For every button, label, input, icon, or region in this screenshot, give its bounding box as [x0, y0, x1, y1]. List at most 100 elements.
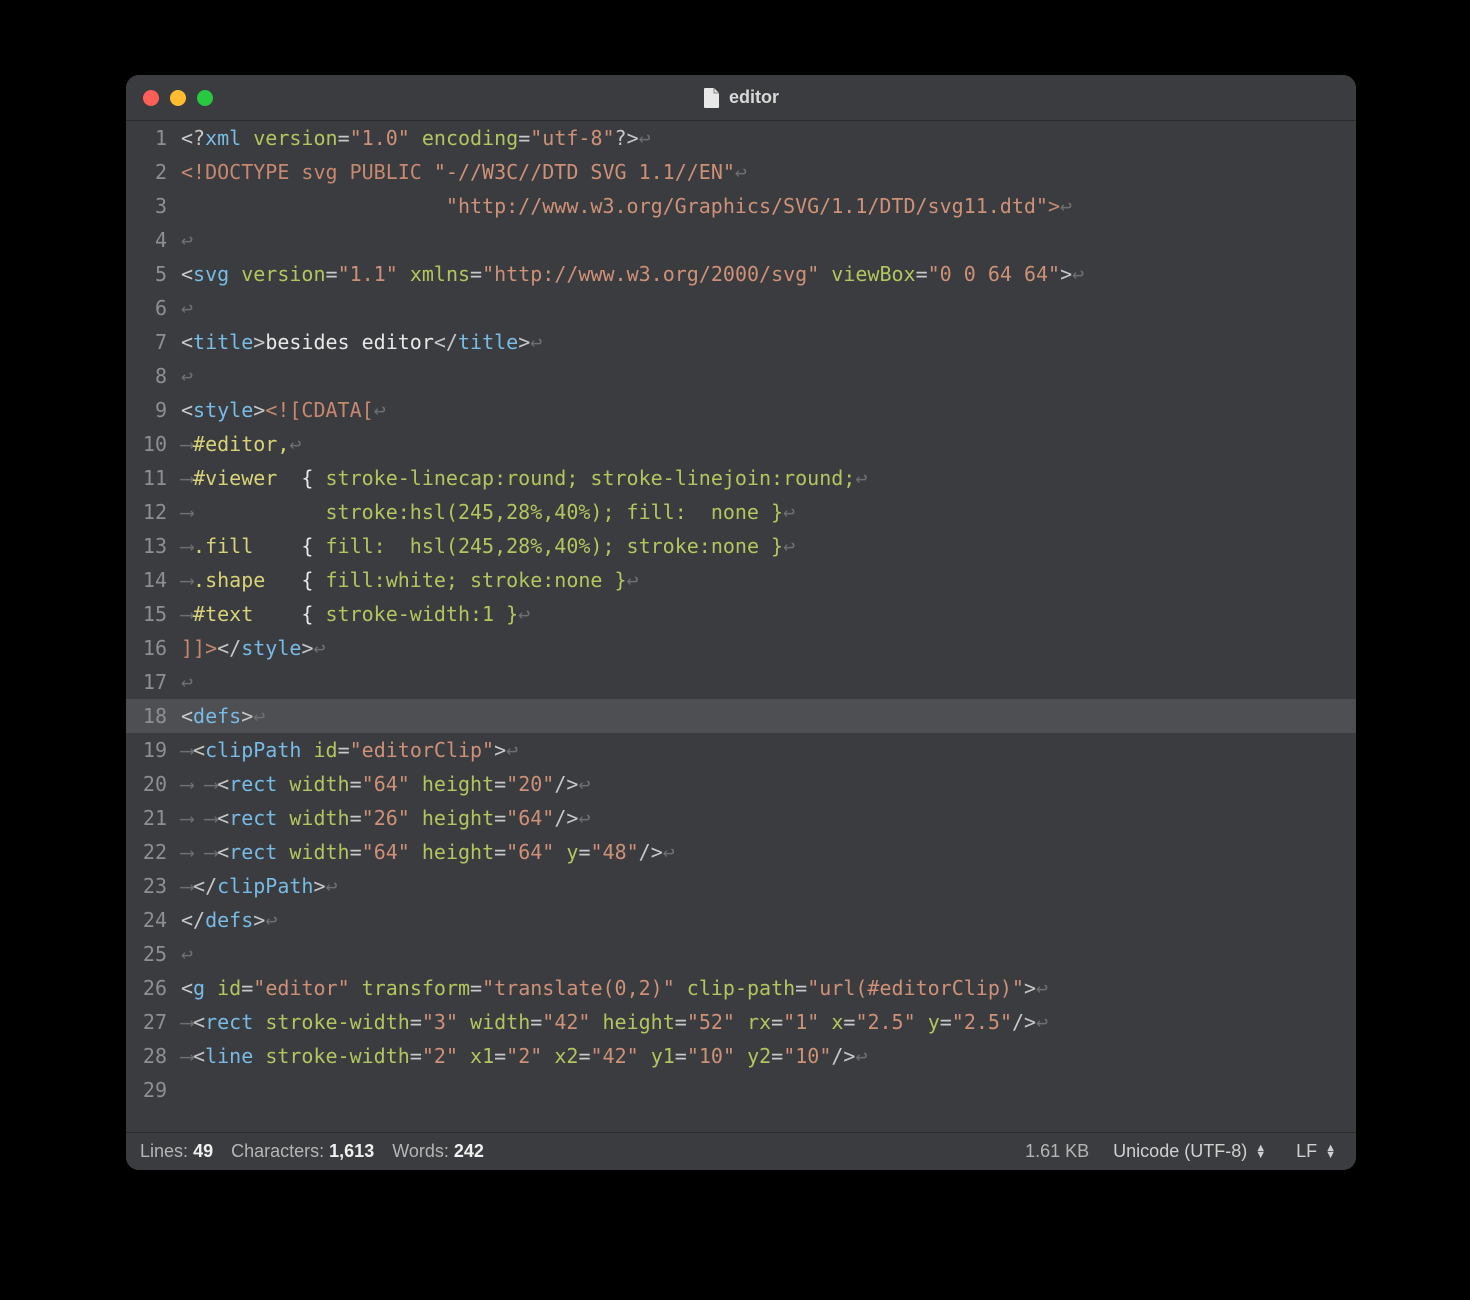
code-line[interactable]: 2<!DOCTYPE svg PUBLIC "-//W3C//DTD SVG 1… — [126, 155, 1356, 189]
code-line[interactable]: 3 "http://www.w3.org/Graphics/SVG/1.1/DT… — [126, 189, 1356, 223]
line-number: 27 — [126, 1005, 181, 1039]
line-number: 19 — [126, 733, 181, 767]
code-line[interactable]: 7<title>besides editor</title>↩ — [126, 325, 1356, 359]
status-filesize: 1.61 KB — [1025, 1141, 1089, 1162]
code-content[interactable]: ↩ — [181, 665, 1356, 699]
code-line[interactable]: 21⟶ ⟶<rect width="26" height="64"/>↩ — [126, 801, 1356, 835]
code-content[interactable]: ↩ — [181, 291, 1356, 325]
code-content[interactable]: <?xml version="1.0" encoding="utf-8"?>↩ — [181, 121, 1356, 155]
code-content[interactable]: ⟶ ⟶<rect width="64" height="20"/>↩ — [181, 767, 1356, 801]
code-line[interactable]: 24</defs>↩ — [126, 903, 1356, 937]
close-icon[interactable] — [143, 90, 159, 106]
encoding-picker[interactable]: Unicode (UTF-8) ▲▼ — [1107, 1141, 1272, 1162]
code-line[interactable]: 9<style><![CDATA[↩ — [126, 393, 1356, 427]
code-line[interactable]: 4↩ — [126, 223, 1356, 257]
code-content[interactable]: <title>besides editor</title>↩ — [181, 325, 1356, 359]
code-line[interactable]: 11⟶#viewer { stroke-linecap:round; strok… — [126, 461, 1356, 495]
minimize-icon[interactable] — [170, 90, 186, 106]
code-line[interactable]: 5<svg version="1.1" xmlns="http://www.w3… — [126, 257, 1356, 291]
code-content[interactable]: ⟶#viewer { stroke-linecap:round; stroke-… — [181, 461, 1356, 495]
code-line[interactable]: 12⟶ stroke:hsl(245,28%,40%); fill: none … — [126, 495, 1356, 529]
code-content[interactable]: ⟶ ⟶<rect width="64" height="64" y="48"/>… — [181, 835, 1356, 869]
zoom-icon[interactable] — [197, 90, 213, 106]
code-content[interactable]: ↩ — [181, 937, 1356, 971]
line-number: 16 — [126, 631, 181, 665]
code-line[interactable]: 22⟶ ⟶<rect width="64" height="64" y="48"… — [126, 835, 1356, 869]
status-words: Words: 242 — [392, 1141, 484, 1162]
code-content[interactable]: ⟶.shape { fill:white; stroke:none }↩ — [181, 563, 1356, 597]
code-content[interactable]: <!DOCTYPE svg PUBLIC "-//W3C//DTD SVG 1.… — [181, 155, 1356, 189]
line-number: 4 — [126, 223, 181, 257]
code-line[interactable]: 13⟶.fill { fill: hsl(245,28%,40%); strok… — [126, 529, 1356, 563]
code-content[interactable]: ↩ — [181, 223, 1356, 257]
code-content[interactable]: <style><![CDATA[↩ — [181, 393, 1356, 427]
line-number: 7 — [126, 325, 181, 359]
code-content[interactable]: <g id="editor" transform="translate(0,2)… — [181, 971, 1356, 1005]
code-line[interactable]: 23⟶</clipPath>↩ — [126, 869, 1356, 903]
line-number: 21 — [126, 801, 181, 835]
line-number: 17 — [126, 665, 181, 699]
code-line[interactable]: 26<g id="editor" transform="translate(0,… — [126, 971, 1356, 1005]
code-content[interactable]: <svg version="1.1" xmlns="http://www.w3.… — [181, 257, 1356, 291]
code-line[interactable]: 16]]></style>↩ — [126, 631, 1356, 665]
code-editor[interactable]: 1<?xml version="1.0" encoding="utf-8"?>↩… — [126, 121, 1356, 1132]
line-number: 15 — [126, 597, 181, 631]
code-line[interactable]: 1<?xml version="1.0" encoding="utf-8"?>↩ — [126, 121, 1356, 155]
line-number: 1 — [126, 121, 181, 155]
code-content[interactable] — [181, 1073, 1356, 1107]
code-content[interactable]: ⟶.fill { fill: hsl(245,28%,40%); stroke:… — [181, 529, 1356, 563]
line-number: 25 — [126, 937, 181, 971]
line-number: 26 — [126, 971, 181, 1005]
code-line[interactable]: 29 — [126, 1073, 1356, 1107]
code-line[interactable]: 15⟶#text { stroke-width:1 }↩ — [126, 597, 1356, 631]
code-content[interactable]: <defs>↩ — [181, 699, 1356, 733]
line-number: 5 — [126, 257, 181, 291]
line-number: 22 — [126, 835, 181, 869]
window-title-text: editor — [729, 87, 779, 108]
code-line[interactable]: 17↩ — [126, 665, 1356, 699]
line-number: 20 — [126, 767, 181, 801]
code-line[interactable]: 14⟶.shape { fill:white; stroke:none }↩ — [126, 563, 1356, 597]
titlebar[interactable]: editor — [126, 75, 1356, 121]
code-content[interactable]: ↩ — [181, 359, 1356, 393]
line-number: 28 — [126, 1039, 181, 1073]
code-line[interactable]: 20⟶ ⟶<rect width="64" height="20"/>↩ — [126, 767, 1356, 801]
document-icon — [703, 87, 721, 109]
line-number: 29 — [126, 1073, 181, 1107]
line-ending-picker[interactable]: LF ▲▼ — [1290, 1141, 1342, 1162]
status-bar: Lines: 49 Characters: 1,613 Words: 242 1… — [126, 1132, 1356, 1170]
code-line[interactable]: 8↩ — [126, 359, 1356, 393]
line-number: 13 — [126, 529, 181, 563]
code-content[interactable]: </defs>↩ — [181, 903, 1356, 937]
line-number: 24 — [126, 903, 181, 937]
line-number: 2 — [126, 155, 181, 189]
editor-window: editor 1<?xml version="1.0" encoding="ut… — [126, 75, 1356, 1170]
line-number: 10 — [126, 427, 181, 461]
line-number: 18 — [126, 699, 181, 733]
code-line[interactable]: 18<defs>↩ — [126, 699, 1356, 733]
code-content[interactable]: ⟶#text { stroke-width:1 }↩ — [181, 597, 1356, 631]
code-content[interactable]: ⟶ ⟶<rect width="26" height="64"/>↩ — [181, 801, 1356, 835]
line-number: 6 — [126, 291, 181, 325]
code-line[interactable]: 28⟶<line stroke-width="2" x1="2" x2="42"… — [126, 1039, 1356, 1073]
code-line[interactable]: 25↩ — [126, 937, 1356, 971]
code-content[interactable]: "http://www.w3.org/Graphics/SVG/1.1/DTD/… — [181, 189, 1356, 223]
code-line[interactable]: 27⟶<rect stroke-width="3" width="42" hei… — [126, 1005, 1356, 1039]
line-number: 8 — [126, 359, 181, 393]
code-line[interactable]: 10⟶#editor,↩ — [126, 427, 1356, 461]
code-content[interactable]: ⟶<line stroke-width="2" x1="2" x2="42" y… — [181, 1039, 1356, 1073]
code-content[interactable]: ⟶</clipPath>↩ — [181, 869, 1356, 903]
code-content[interactable]: ⟶ stroke:hsl(245,28%,40%); fill: none }↩ — [181, 495, 1356, 529]
code-line[interactable]: 19⟶<clipPath id="editorClip">↩ — [126, 733, 1356, 767]
status-characters: Characters: 1,613 — [231, 1141, 374, 1162]
code-line[interactable]: 6↩ — [126, 291, 1356, 325]
code-content[interactable]: ⟶#editor,↩ — [181, 427, 1356, 461]
line-number: 3 — [126, 189, 181, 223]
code-content[interactable]: ⟶<clipPath id="editorClip">↩ — [181, 733, 1356, 767]
code-content[interactable]: ]]></style>↩ — [181, 631, 1356, 665]
code-content[interactable]: ⟶<rect stroke-width="3" width="42" heigh… — [181, 1005, 1356, 1039]
line-number: 14 — [126, 563, 181, 597]
line-number: 23 — [126, 869, 181, 903]
window-title: editor — [126, 87, 1356, 109]
status-lines: Lines: 49 — [140, 1141, 213, 1162]
